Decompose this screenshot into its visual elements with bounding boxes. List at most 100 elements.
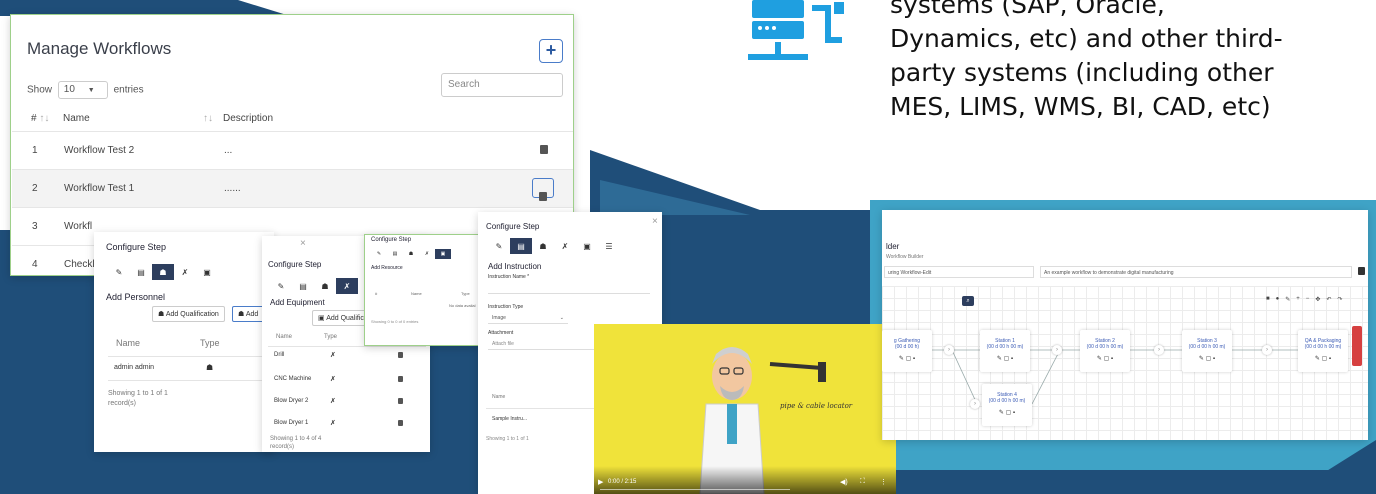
tab-resource[interactable]: ▣ <box>196 264 218 280</box>
connector-handle[interactable]: › <box>1052 345 1062 355</box>
table-row[interactable]: 2 Workflow Test 1 ...... <box>12 169 573 207</box>
node-duration: (00 d 00 h 00 m) <box>1086 344 1124 350</box>
add-workflow-button[interactable]: + <box>539 39 563 63</box>
add-personnel-button[interactable]: ☗ Add <box>232 306 265 322</box>
wrench-icon: ✗ <box>330 376 336 383</box>
column-header-name[interactable]: Name <box>411 291 422 296</box>
column-header-description[interactable]: Description <box>223 113 273 124</box>
tab-edit[interactable]: ✎ <box>108 264 130 280</box>
save-icon[interactable] <box>1358 267 1365 275</box>
tab-equipment[interactable]: ✗ <box>419 249 435 259</box>
row-description: ...... <box>224 183 241 194</box>
workflow-node[interactable]: Station 1 (00 d 00 h 00 m) ✎ ▢ ▪ <box>980 330 1030 372</box>
node-actions-icon[interactable]: ✎ ▢ ▪ <box>982 409 1032 416</box>
workflow-name-input[interactable]: uring Workflow-Edit <box>884 266 1034 278</box>
wrench-icon: ✗ <box>424 251 430 257</box>
document-icon: ▤ <box>517 241 525 251</box>
tab-instructions[interactable]: ▤ <box>292 278 314 294</box>
tab-equipment[interactable]: ✗ <box>174 264 196 280</box>
column-label: # <box>31 113 37 124</box>
connector-handle[interactable]: › <box>944 345 954 355</box>
trash-icon[interactable] <box>540 145 548 154</box>
column-header-number[interactable]: # ↑↓ <box>31 113 49 124</box>
trash-icon <box>539 192 547 201</box>
workflow-canvas[interactable]: ⌕ ■ ● ✎ + − ✥ ↶ ↷ g Gathering (00 d 00 h… <box>882 286 1368 440</box>
connector-handle[interactable]: › <box>970 399 980 409</box>
workflow-node[interactable]: QA & Packaging (00 d 00 h 00 m) ✎ ▢ ▪ <box>1298 330 1348 372</box>
node-actions-icon[interactable]: ✎ ▢ ▪ <box>882 355 932 362</box>
connector-handle[interactable]: › <box>1154 345 1164 355</box>
row-number: 4 <box>32 259 38 270</box>
tab-equipment[interactable]: ✗ <box>336 278 358 294</box>
entries-select[interactable]: 10 ▼ <box>57 81 108 99</box>
instruction-name-input[interactable] <box>488 282 650 294</box>
close-icon[interactable]: × <box>652 216 658 227</box>
workflow-node[interactable]: Station 2 (00 d 00 h 00 m) ✎ ▢ ▪ <box>1080 330 1130 372</box>
delete-button[interactable] <box>532 178 554 201</box>
node-actions-icon[interactable]: ✎ ▢ ▪ <box>1182 355 1232 362</box>
page-title: Manage Workflows <box>27 39 172 58</box>
tab-list[interactable]: ☰ <box>598 238 620 254</box>
column-header-name[interactable]: Name <box>116 338 140 348</box>
column-header-name[interactable]: Name <box>63 113 90 124</box>
trash-icon[interactable] <box>398 398 403 404</box>
instruction-type-select[interactable]: Image ⌄ <box>488 312 568 324</box>
workflow-node[interactable]: Station 3 (00 d 00 h 00 m) ✎ ▢ ▪ <box>1182 330 1232 372</box>
column-header-number[interactable]: # <box>375 291 377 296</box>
panel-title: Configure Step <box>371 237 412 243</box>
section-heading: Add Instruction <box>488 262 542 271</box>
tab-resource[interactable]: ▣ <box>576 238 598 254</box>
trash-icon[interactable] <box>398 352 403 358</box>
instruction-video-player[interactable]: pipe & cable locator ▶ 0:00 / 2:15 ◀) ⛶ … <box>594 324 896 494</box>
add-personnel-label: Add <box>245 311 259 318</box>
table-row[interactable]: 1 Workflow Test 2 ... <box>12 131 573 169</box>
tab-edit[interactable]: ✎ <box>270 278 292 294</box>
column-header-name[interactable]: Name <box>492 394 505 400</box>
panel-title: Configure Step <box>486 222 540 231</box>
volume-icon[interactable]: ◀) <box>840 478 848 486</box>
tab-instructions[interactable]: ▤ <box>130 264 152 280</box>
row-name: Sample Instru... <box>492 416 528 422</box>
video-progress-bar[interactable] <box>600 489 790 490</box>
tab-instructions[interactable]: ▤ <box>510 238 532 254</box>
tab-personnel[interactable]: ☗ <box>314 278 336 294</box>
fullscreen-icon[interactable]: ⛶ <box>860 478 865 486</box>
node-actions-icon[interactable]: ✎ ▢ ▪ <box>1298 355 1348 362</box>
blurb-line: systems (SAP, Oracle, <box>890 0 1165 19</box>
tab-resource[interactable]: ▣ <box>435 249 451 259</box>
more-icon[interactable]: ⋮ <box>880 478 887 486</box>
tab-personnel[interactable]: ☗ <box>403 249 419 259</box>
sort-icon: ↑↓ <box>39 113 50 124</box>
node-actions-icon[interactable]: ✎ ▢ ▪ <box>1080 355 1130 362</box>
trash-icon[interactable] <box>398 420 403 426</box>
workflow-description-input[interactable]: An example workflow to demonstrate digit… <box>1040 266 1352 278</box>
section-heading: Add Resource <box>371 265 403 271</box>
panel-scroll-handle[interactable] <box>1352 326 1362 366</box>
add-qualification-label: Add Qualification <box>165 311 219 318</box>
column-header-type[interactable]: Type <box>324 334 337 340</box>
workflow-node[interactable]: g Gathering (00 d 00 h) ✎ ▢ ▪ <box>882 330 932 372</box>
close-icon[interactable]: × <box>300 238 306 249</box>
play-icon[interactable]: ▶ <box>598 478 603 486</box>
tab-edit[interactable]: ✎ <box>371 249 387 259</box>
column-header-name[interactable]: Name <box>276 334 292 340</box>
node-actions-icon[interactable]: ✎ ▢ ▪ <box>980 355 1030 362</box>
connector-handle[interactable]: › <box>1262 345 1272 355</box>
trash-icon[interactable] <box>398 376 403 382</box>
tab-personnel[interactable]: ☗ <box>532 238 554 254</box>
tab-edit[interactable]: ✎ <box>488 238 510 254</box>
step-tabs: ✎ ▤ ☗ ✗ ▣ <box>108 264 218 280</box>
instruction-type-label: Instruction Type <box>488 304 524 310</box>
table-footer: Showing 0 to 0 of 0 entries <box>371 319 419 324</box>
divider <box>268 346 426 347</box>
workflow-node[interactable]: Station 4 (00 d 00 h 00 m) ✎ ▢ ▪ <box>982 384 1032 426</box>
tab-personnel[interactable]: ☗ <box>152 264 174 280</box>
user-icon: ☗ <box>206 363 214 372</box>
add-qualification-button[interactable]: ☗ Add Qualification <box>152 306 225 322</box>
column-header-type[interactable]: Type <box>200 338 220 348</box>
tab-equipment[interactable]: ✗ <box>554 238 576 254</box>
search-input[interactable]: Search <box>441 73 563 97</box>
divider <box>108 356 268 357</box>
column-header-type[interactable]: Type <box>461 291 470 296</box>
tab-instructions[interactable]: ▤ <box>387 249 403 259</box>
